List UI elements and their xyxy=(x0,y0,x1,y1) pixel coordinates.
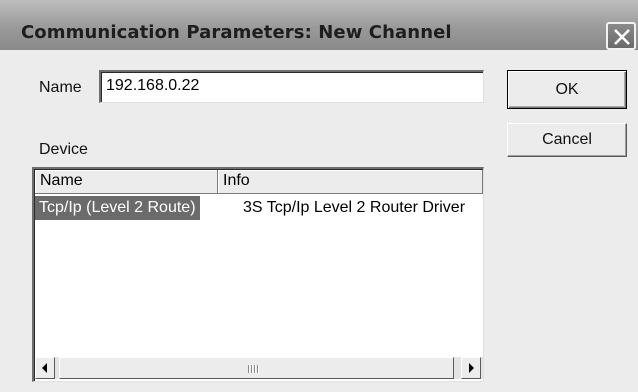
dialog-window: Communication Parameters: New Channel Na… xyxy=(0,0,638,392)
device-name-cell[interactable]: Tcp/Ip (Level 2 Route) xyxy=(35,196,200,220)
device-label: Device xyxy=(39,141,88,158)
scroll-right-button[interactable] xyxy=(461,357,481,379)
grip-icon xyxy=(248,365,260,373)
name-label: Name xyxy=(39,79,82,96)
close-button[interactable] xyxy=(606,22,636,50)
scroll-left-button[interactable] xyxy=(35,357,55,379)
dialog-title: Communication Parameters: New Channel xyxy=(21,22,452,43)
cancel-button[interactable]: Cancel xyxy=(507,123,627,157)
title-bar[interactable]: Communication Parameters: New Channel xyxy=(0,0,638,50)
scrollbar-thumb[interactable] xyxy=(59,357,454,379)
column-header-name[interactable]: Name xyxy=(35,170,218,194)
device-info-cell[interactable]: 3S Tcp/Ip Level 2 Router Driver xyxy=(243,196,465,220)
arrow-right-icon xyxy=(469,363,474,373)
device-list[interactable]: Name Info Tcp/Ip (Level 2 Route) 3S Tcp/… xyxy=(32,167,484,382)
horizontal-scrollbar[interactable] xyxy=(35,357,483,379)
column-header-info[interactable]: Info xyxy=(218,170,483,194)
close-icon xyxy=(614,29,630,45)
arrow-left-icon xyxy=(42,363,47,373)
list-header: Name Info xyxy=(35,170,483,194)
ok-button[interactable]: OK xyxy=(507,70,627,109)
name-input[interactable]: 192.168.0.22 xyxy=(99,70,484,103)
